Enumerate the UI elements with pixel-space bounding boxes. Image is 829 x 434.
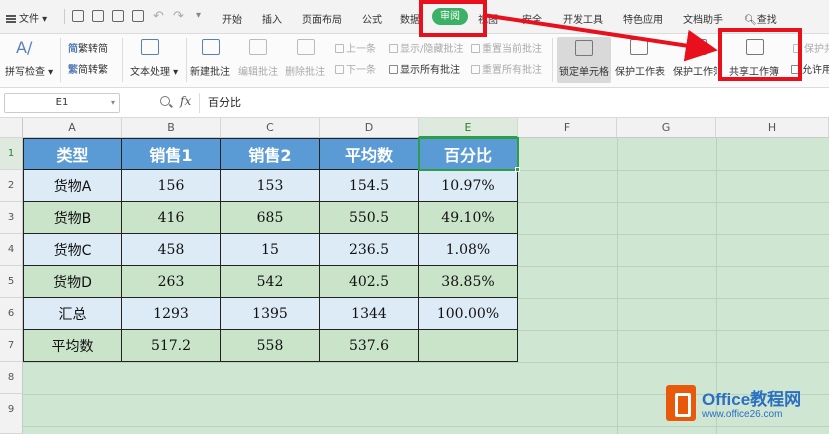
- watermark: Office教程网 www.office26.com: [666, 383, 826, 427]
- watermark-title: Office教程网: [702, 390, 802, 409]
- annotation-arrow: [482, 13, 718, 62]
- office-logo-icon: [666, 385, 696, 421]
- arrow-line: [482, 13, 718, 62]
- watermark-url: www.office26.com: [702, 409, 783, 420]
